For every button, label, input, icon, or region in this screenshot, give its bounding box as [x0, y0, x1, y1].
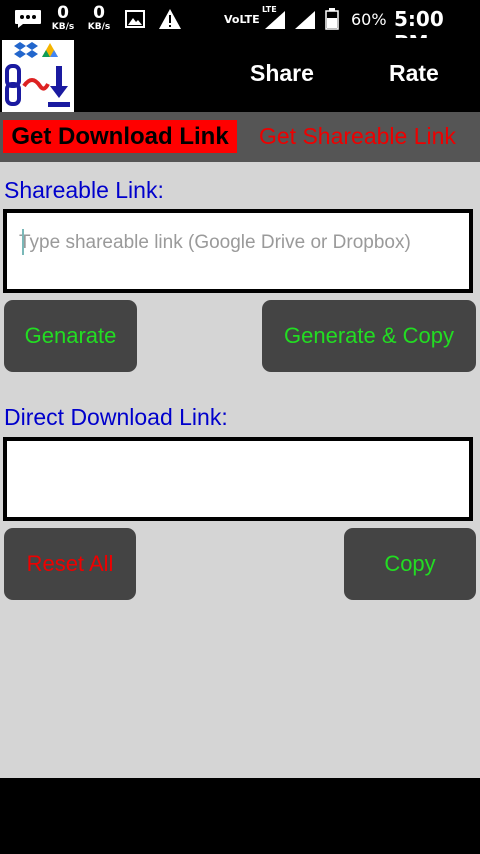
copy-button[interactable]: Copy [344, 528, 476, 600]
tab-get-download-link[interactable]: Get Download Link [3, 120, 237, 153]
tab-get-shareable-link[interactable]: Get Shareable Link [259, 120, 464, 153]
shareable-link-input[interactable] [17, 227, 461, 259]
text-cursor [22, 229, 24, 255]
generate-copy-button[interactable]: Generate & Copy [262, 300, 476, 372]
message-icon [15, 10, 41, 28]
direct-download-link-input[interactable] [17, 455, 461, 487]
app-header: Share Rate [0, 38, 480, 112]
app-logo-icon [2, 40, 74, 112]
image-icon [125, 10, 145, 28]
shareable-link-label: Shareable Link: [4, 177, 164, 203]
reset-all-button[interactable]: Reset All [4, 528, 136, 600]
net-speed-down-unit: KB/s [51, 22, 75, 32]
navigation-bar [0, 778, 480, 854]
shareable-link-field[interactable] [3, 209, 473, 293]
net-speed-down-value: 0 [57, 3, 69, 23]
direct-download-link-field[interactable] [3, 437, 473, 521]
net-speed-down: 0 KB/s [48, 5, 78, 32]
battery-icon [325, 8, 339, 30]
net-speed-up-unit: KB/s [87, 22, 111, 32]
share-button[interactable]: Share [250, 60, 314, 87]
status-bar: 0 KB/s 0 KB/s VoLTE LTE 60% 5:00 PM [0, 0, 480, 55]
signal-icon [295, 11, 315, 29]
tab-bar: Get Download Link Get Shareable Link [0, 112, 480, 162]
generate-button[interactable]: Genarate [4, 300, 137, 372]
net-speed-up: 0 KB/s [84, 5, 114, 32]
rate-button[interactable]: Rate [389, 60, 439, 87]
battery-percent: 60% [351, 10, 387, 29]
warning-icon [159, 9, 181, 29]
signal-icon [265, 11, 285, 29]
main-content: Shareable Link: Genarate Generate & Copy… [0, 162, 480, 778]
net-speed-up-value: 0 [93, 3, 105, 23]
volte-indicator: VoLTE [224, 13, 260, 26]
direct-download-link-label: Direct Download Link: [4, 404, 228, 430]
